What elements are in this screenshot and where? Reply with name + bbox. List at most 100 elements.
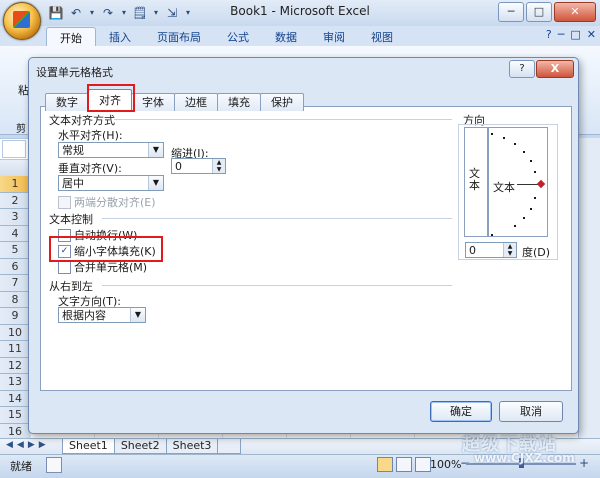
vertical-scrollbar[interactable] xyxy=(578,138,600,438)
sheet-tab-3[interactable]: Sheet3 xyxy=(165,439,219,454)
row-header[interactable]: 6 xyxy=(0,258,30,275)
view-buttons xyxy=(377,457,431,472)
right-to-left-section: 从右到左 xyxy=(49,280,93,293)
tab-font[interactable]: 字体 xyxy=(131,93,175,111)
sheet-navigation: ◀ ◀ ▶ ▶ xyxy=(6,440,46,450)
tab-number[interactable]: 数字 xyxy=(45,93,89,111)
zoom-level[interactable]: 100% xyxy=(430,458,461,471)
text-direction-select[interactable]: 根据内容 ▼ xyxy=(58,307,146,323)
insert-sheet-icon[interactable] xyxy=(217,439,242,454)
macro-record-icon[interactable] xyxy=(46,457,62,473)
horizontal-align-value: 常规 xyxy=(62,144,84,157)
ribbon-restore-button[interactable]: □ xyxy=(570,28,580,41)
orientation-tick xyxy=(530,208,532,210)
orientation-tick xyxy=(491,234,493,236)
vertical-align-select[interactable]: 居中 ▼ xyxy=(58,175,164,191)
orientation-tick xyxy=(491,133,493,135)
tab-view[interactable]: 视图 xyxy=(358,27,406,46)
prev-sheet-icon[interactable]: ◀ xyxy=(17,440,24,450)
dialog-tabs: 数字 对齐 字体 边框 填充 保护 xyxy=(45,89,304,111)
row-header[interactable]: 4 xyxy=(0,225,30,242)
row-header[interactable]: 10 xyxy=(0,324,30,341)
chevron-down-icon: ▼ xyxy=(130,308,145,322)
degrees-stepper[interactable]: 0 ▲ ▼ xyxy=(465,242,517,258)
orientation-tick xyxy=(503,137,505,139)
row-header[interactable]: 8 xyxy=(0,291,30,308)
row-header[interactable]: 11 xyxy=(0,341,30,358)
cancel-button[interactable]: 取消 xyxy=(499,401,563,422)
row-header[interactable]: 13 xyxy=(0,374,30,391)
degrees-label: 度(D) xyxy=(522,246,551,259)
next-sheet-icon[interactable]: ▶ xyxy=(28,440,35,450)
clipboard-group-label: 剪 xyxy=(16,124,26,135)
section-divider xyxy=(102,218,452,219)
ribbon-close-button[interactable]: ✕ xyxy=(587,28,596,41)
indent-value: 0 xyxy=(175,160,182,173)
sheet-tab-1[interactable]: Sheet1 xyxy=(62,439,115,454)
tab-insert[interactable]: 插入 xyxy=(96,27,144,46)
tab-formulas[interactable]: 公式 xyxy=(214,27,262,46)
row-header[interactable]: 15 xyxy=(0,407,30,424)
normal-view-icon[interactable] xyxy=(377,457,393,472)
name-box[interactable] xyxy=(2,140,26,158)
vertical-text-sample: 文本 xyxy=(469,167,480,192)
horizontal-align-select[interactable]: 常规 ▼ xyxy=(58,142,164,158)
tab-data[interactable]: 数据 xyxy=(262,27,310,46)
tab-border[interactable]: 边框 xyxy=(174,93,218,111)
checkbox-box xyxy=(58,195,71,209)
row-header[interactable]: 3 xyxy=(0,209,30,226)
zoom-in-icon[interactable]: + xyxy=(579,456,589,470)
close-button[interactable]: ✕ xyxy=(554,2,596,22)
row-header[interactable]: 2 xyxy=(0,192,30,209)
tab-fill[interactable]: 填充 xyxy=(217,93,261,111)
maximize-button[interactable]: □ xyxy=(526,2,552,22)
row-header[interactable]: 12 xyxy=(0,357,30,374)
text-alignment-section: 文本对齐方式 xyxy=(49,114,115,127)
status-ready: 就绪 xyxy=(10,460,32,473)
row-header[interactable]: 7 xyxy=(0,275,30,292)
page-layout-view-icon[interactable] xyxy=(396,457,412,472)
degrees-value: 0 xyxy=(469,244,476,257)
minimize-button[interactable]: ─ xyxy=(498,2,524,22)
section-divider xyxy=(102,285,452,286)
spin-down-icon[interactable]: ▼ xyxy=(503,250,516,257)
justify-distributed-checkbox[interactable]: 两端分散对齐(E) xyxy=(58,194,156,210)
spin-up-icon[interactable]: ▲ xyxy=(212,159,225,166)
row-header[interactable]: 1 xyxy=(0,176,30,193)
text-direction-value: 根据内容 xyxy=(62,309,106,322)
ribbon-tabs: 开始 插入 页面布局 公式 数据 审阅 视图 xyxy=(46,27,406,47)
sheet-tab-2[interactable]: Sheet2 xyxy=(113,439,167,454)
tab-home[interactable]: 开始 xyxy=(46,27,96,47)
dialog-help-button[interactable]: ? xyxy=(509,60,535,78)
spin-down-icon[interactable]: ▼ xyxy=(212,166,225,173)
text-control-section: 文本控制 xyxy=(49,213,93,226)
help-icon[interactable]: ? xyxy=(546,28,552,41)
orientation-tick xyxy=(530,160,532,162)
row-header[interactable]: 9 xyxy=(0,308,30,325)
sheet-tabs: Sheet1 Sheet2 Sheet3 xyxy=(62,439,242,454)
tab-page-layout[interactable]: 页面布局 xyxy=(144,27,214,46)
row-header[interactable]: 14 xyxy=(0,390,30,407)
indent-stepper[interactable]: 0 ▲ ▼ xyxy=(171,158,226,174)
tab-protection[interactable]: 保护 xyxy=(260,93,304,111)
window-controls: ─ □ ✕ xyxy=(498,2,596,22)
row-headers: 1 2 3 4 5 6 7 8 9 10 11 12 13 14 15 16 1… xyxy=(0,176,30,457)
last-sheet-icon[interactable]: ▶ xyxy=(39,440,46,450)
ribbon-window-controls: ? ─ □ ✕ xyxy=(546,28,596,41)
chevron-down-icon: ▼ xyxy=(148,176,163,190)
ok-button[interactable]: 确定 xyxy=(430,401,492,422)
tab-review[interactable]: 审阅 xyxy=(310,27,358,46)
horizontal-align-label: 水平对齐(H): xyxy=(58,129,123,142)
row-header[interactable]: 5 xyxy=(0,242,30,259)
office-logo-icon xyxy=(13,11,30,28)
vertical-align-label: 垂直对齐(V): xyxy=(58,162,122,175)
page-break-view-icon[interactable] xyxy=(415,457,431,472)
ribbon-minimize-button[interactable]: ─ xyxy=(558,28,565,41)
watermark-url: www.CJXZ.com xyxy=(474,451,575,465)
checkbox-box xyxy=(58,260,71,274)
dialog-close-button[interactable]: X xyxy=(536,60,574,78)
first-sheet-icon[interactable]: ◀ xyxy=(6,440,13,450)
office-button[interactable] xyxy=(3,2,41,40)
orientation-tick xyxy=(523,217,525,219)
spin-up-icon[interactable]: ▲ xyxy=(503,243,516,250)
